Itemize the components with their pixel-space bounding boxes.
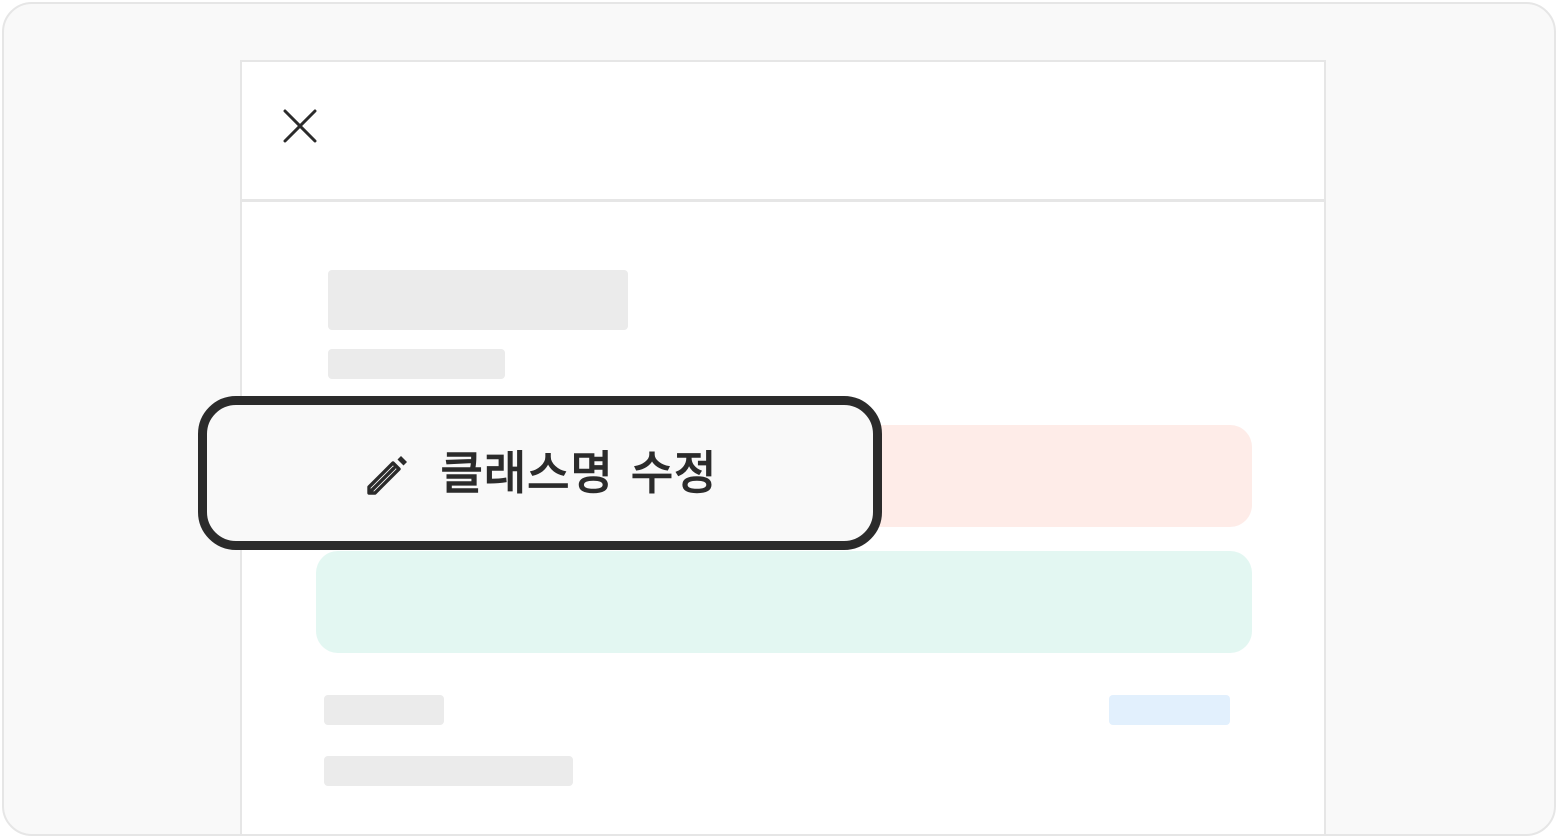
green-option-card[interactable] xyxy=(316,551,1252,653)
dialog-header xyxy=(242,62,1324,202)
title-placeholder xyxy=(328,270,628,330)
close-icon xyxy=(283,109,317,143)
info-label-placeholder xyxy=(324,695,444,725)
edit-class-name-button[interactable]: 클래스명 수정 xyxy=(198,396,882,550)
edit-class-name-label: 클래스명 수정 xyxy=(440,446,718,500)
info-link-placeholder[interactable] xyxy=(1109,695,1230,725)
info-detail-placeholder xyxy=(324,756,573,786)
pencil-icon xyxy=(366,456,407,495)
subtitle-placeholder xyxy=(328,349,505,379)
close-button[interactable] xyxy=(282,108,318,144)
